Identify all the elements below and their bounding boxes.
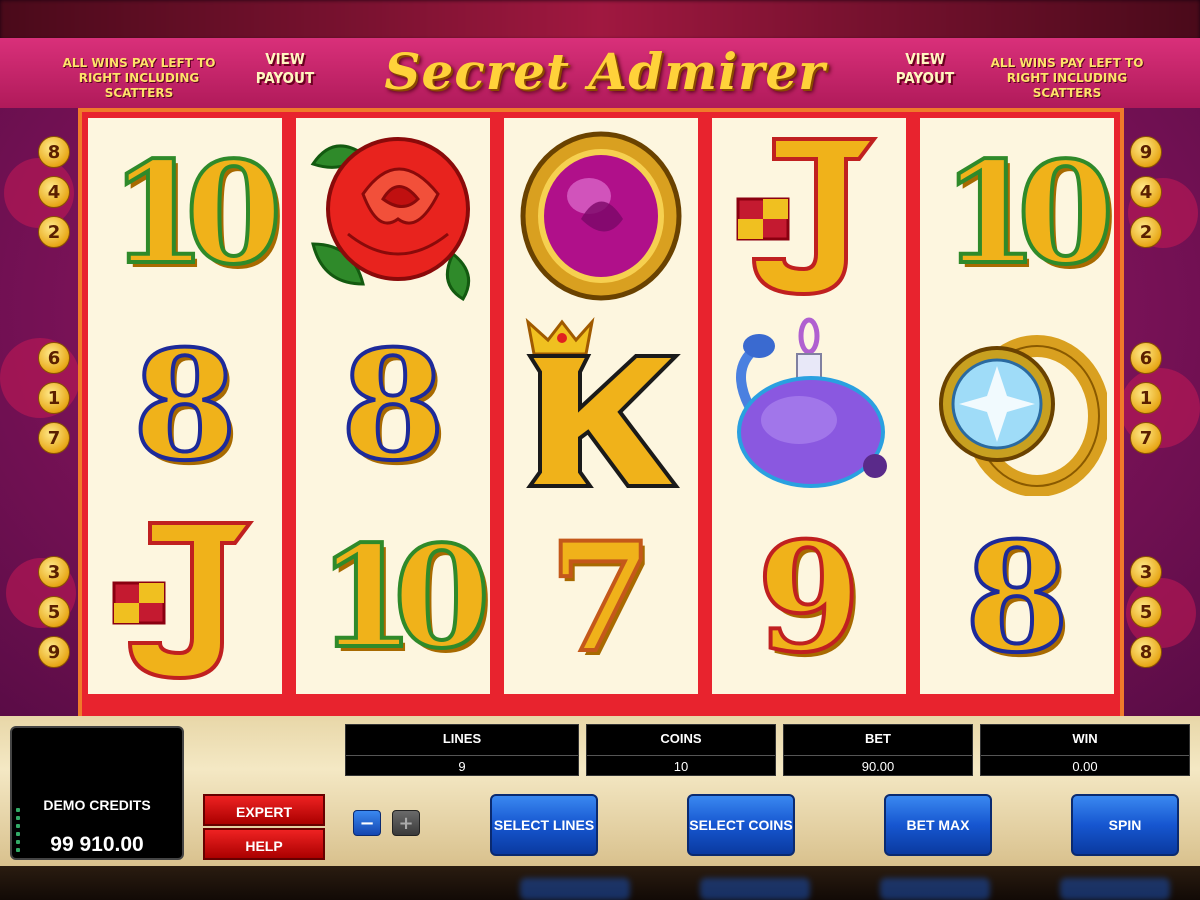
payline-button[interactable]: 2	[1130, 216, 1162, 248]
eight-symbol-icon: 8	[963, 510, 1071, 686]
symbol-eight: 8	[920, 502, 1114, 694]
symbol-jack	[88, 502, 282, 694]
reel-4: 9	[712, 118, 906, 694]
bottom-background-blur	[0, 866, 1200, 900]
payline-button[interactable]: 8	[38, 136, 70, 168]
reels-frame: 10 8 8 10 7 9 10 8	[78, 108, 1124, 720]
ten-symbol-icon: 10	[940, 132, 1117, 296]
symbol-ten: 10	[920, 118, 1117, 310]
pay-rule-note-right: ALL WINS PAY LEFT TO RIGHT INCLUDING SCA…	[990, 56, 1144, 100]
payline-button[interactable]: 5	[1130, 596, 1162, 628]
payline-button[interactable]: 8	[1130, 636, 1162, 668]
increase-button[interactable]: +	[392, 810, 420, 836]
lines-label: LINES	[442, 731, 482, 746]
rose-icon	[310, 137, 471, 302]
bet-value: 90.00	[784, 755, 972, 775]
coins-value: 10	[587, 755, 775, 775]
view-payout-button-left[interactable]: VIEW PAYOUT	[248, 50, 322, 88]
symbol-eight: 8	[88, 310, 282, 502]
ten-symbol-icon: 10	[316, 516, 493, 680]
coins-display: COINS 10	[586, 724, 776, 776]
payline-button[interactable]: 2	[38, 216, 70, 248]
lines-display: LINES 9	[345, 724, 579, 776]
locket-icon	[520, 131, 682, 301]
select-lines-button[interactable]: SELECT LINES	[490, 794, 598, 856]
win-display: WIN 0.00	[980, 724, 1190, 776]
top-background-blur	[0, 0, 1200, 40]
symbol-ten: 10	[88, 118, 285, 310]
symbol-locket	[504, 118, 698, 310]
coins-label: COINS	[660, 731, 702, 746]
decrease-button[interactable]: −	[353, 810, 381, 836]
reel-5: 10 8	[920, 118, 1117, 694]
payline-button[interactable]: 4	[1130, 176, 1162, 208]
payline-button[interactable]: 4	[38, 176, 70, 208]
pay-rule-note-left: ALL WINS PAY LEFT TO RIGHT INCLUDING SCA…	[62, 56, 216, 100]
view-payout-button-right[interactable]: VIEW PAYOUT	[888, 50, 962, 88]
payline-button[interactable]: 3	[38, 556, 70, 588]
game-title-logo: Secret Admirer	[384, 42, 826, 101]
bet-max-button[interactable]: BET MAX	[884, 794, 992, 856]
reel-2: 8 10	[296, 118, 493, 694]
credits-label: DEMO CREDITS	[43, 797, 151, 813]
expert-button[interactable]: EXPERT	[203, 794, 325, 826]
symbol-ten: 10	[296, 502, 493, 694]
slot-game-screen: ALL WINS PAY LEFT TO RIGHT INCLUDING SCA…	[0, 0, 1200, 900]
symbol-rose	[296, 118, 490, 310]
reel-3: 7	[504, 118, 698, 694]
help-button[interactable]: HELP	[203, 828, 325, 860]
jack-symbol-icon	[736, 137, 878, 297]
seven-symbol-icon: 7	[547, 510, 655, 686]
diamond-ring-icon	[939, 335, 1107, 496]
credits-value: 99 910.00	[50, 833, 144, 856]
ten-symbol-icon: 10	[108, 132, 285, 296]
payline-button[interactable]: 7	[1130, 422, 1162, 454]
symbol-seven: 7	[504, 502, 698, 694]
reel-1: 10 8	[88, 118, 285, 694]
payline-button[interactable]: 3	[1130, 556, 1162, 588]
header-banner: ALL WINS PAY LEFT TO RIGHT INCLUDING SCA…	[0, 38, 1200, 108]
eight-symbol-icon: 8	[339, 318, 447, 494]
credits-display: DEMO CREDITS 99 910.00	[10, 726, 184, 860]
payline-button[interactable]: 6	[1130, 342, 1162, 374]
payline-button[interactable]: 1	[1130, 382, 1162, 414]
jack-symbol-icon	[112, 521, 254, 681]
nine-symbol-icon: 9	[755, 510, 863, 686]
payline-button[interactable]: 9	[1130, 136, 1162, 168]
symbol-jack	[712, 118, 906, 310]
bet-display: BET 90.00	[783, 724, 973, 776]
win-label: WIN	[1072, 731, 1098, 746]
bet-label: BET	[865, 731, 891, 746]
eight-symbol-icon: 8	[131, 318, 239, 494]
payline-button[interactable]: 1	[38, 382, 70, 414]
select-coins-button[interactable]: SELECT COINS	[687, 794, 795, 856]
perfume-bottle-icon	[736, 317, 887, 488]
symbol-nine: 9	[712, 502, 906, 694]
game-area: ALL WINS PAY LEFT TO RIGHT INCLUDING SCA…	[0, 38, 1200, 720]
payline-button[interactable]: 5	[38, 596, 70, 628]
symbol-king	[504, 310, 698, 502]
king-symbol-icon	[525, 316, 681, 488]
payline-button[interactable]: 7	[38, 422, 70, 454]
lines-value: 9	[346, 755, 578, 775]
payline-button[interactable]: 9	[38, 636, 70, 668]
payline-button[interactable]: 6	[38, 342, 70, 374]
spin-button[interactable]: SPIN	[1071, 794, 1179, 856]
symbol-diamond-ring	[920, 310, 1114, 502]
symbol-perfume	[712, 310, 906, 502]
symbol-eight: 8	[296, 310, 490, 502]
win-value: 0.00	[981, 755, 1189, 775]
